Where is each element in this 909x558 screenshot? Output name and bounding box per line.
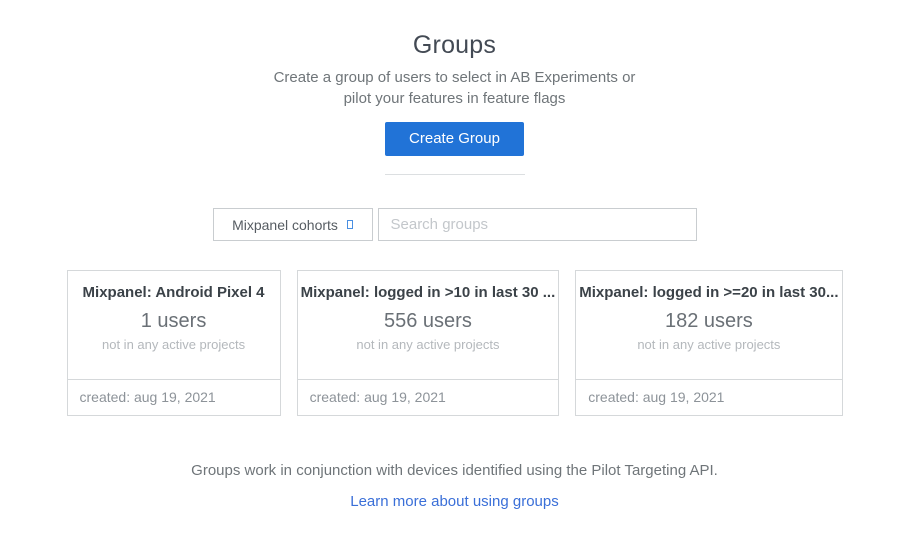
group-card-created: created: aug 19, 2021 <box>68 379 280 415</box>
missing-glyph-box-icon <box>347 220 353 229</box>
group-card-body: Mixpanel: logged in >10 in last 30 ... 5… <box>298 271 559 379</box>
group-card-users-count: 1 users <box>68 310 280 333</box>
group-card-title: Mixpanel: logged in >=20 in last 30... <box>576 284 841 301</box>
group-card-project-status: not in any active projects <box>68 337 280 352</box>
group-card-created: created: aug 19, 2021 <box>576 379 841 415</box>
page-title: Groups <box>0 31 909 60</box>
page-header: Groups Create a group of users to select… <box>0 0 909 175</box>
group-card-users-count: 182 users <box>576 310 841 333</box>
group-card[interactable]: Mixpanel: logged in >10 in last 30 ... 5… <box>297 270 560 416</box>
group-card[interactable]: Mixpanel: logged in >=20 in last 30... 1… <box>575 270 842 416</box>
group-card-body: Mixpanel: logged in >=20 in last 30... 1… <box>576 271 841 379</box>
group-card-title: Mixpanel: Android Pixel 4 <box>68 284 280 301</box>
group-card[interactable]: Mixpanel: Android Pixel 4 1 users not in… <box>67 270 281 416</box>
group-card-created: created: aug 19, 2021 <box>298 379 559 415</box>
group-card-body: Mixpanel: Android Pixel 4 1 users not in… <box>68 271 280 379</box>
page-subtitle: Create a group of users to select in AB … <box>0 67 909 109</box>
cohort-source-dropdown[interactable]: Mixpanel cohorts <box>213 208 373 241</box>
groups-api-note: Groups work in conjunction with devices … <box>0 462 909 479</box>
group-card-project-status: not in any active projects <box>576 337 841 352</box>
learn-more-link[interactable]: Learn more about using groups <box>350 493 558 510</box>
learn-more-container: Learn more about using groups <box>0 493 909 511</box>
search-groups-input[interactable] <box>378 208 697 241</box>
page-subtitle-line-2: pilot your features in feature flags <box>0 88 909 109</box>
filter-controls: Mixpanel cohorts <box>0 208 909 241</box>
cohort-source-dropdown-value: Mixpanel cohorts <box>232 217 338 233</box>
group-card-users-count: 556 users <box>298 310 559 333</box>
group-card-list: Mixpanel: Android Pixel 4 1 users not in… <box>67 270 843 416</box>
create-group-button[interactable]: Create Group <box>385 122 524 156</box>
group-card-title: Mixpanel: logged in >10 in last 30 ... <box>298 284 559 301</box>
page-subtitle-line-1: Create a group of users to select in AB … <box>0 67 909 88</box>
header-divider <box>385 174 525 175</box>
group-card-project-status: not in any active projects <box>298 337 559 352</box>
